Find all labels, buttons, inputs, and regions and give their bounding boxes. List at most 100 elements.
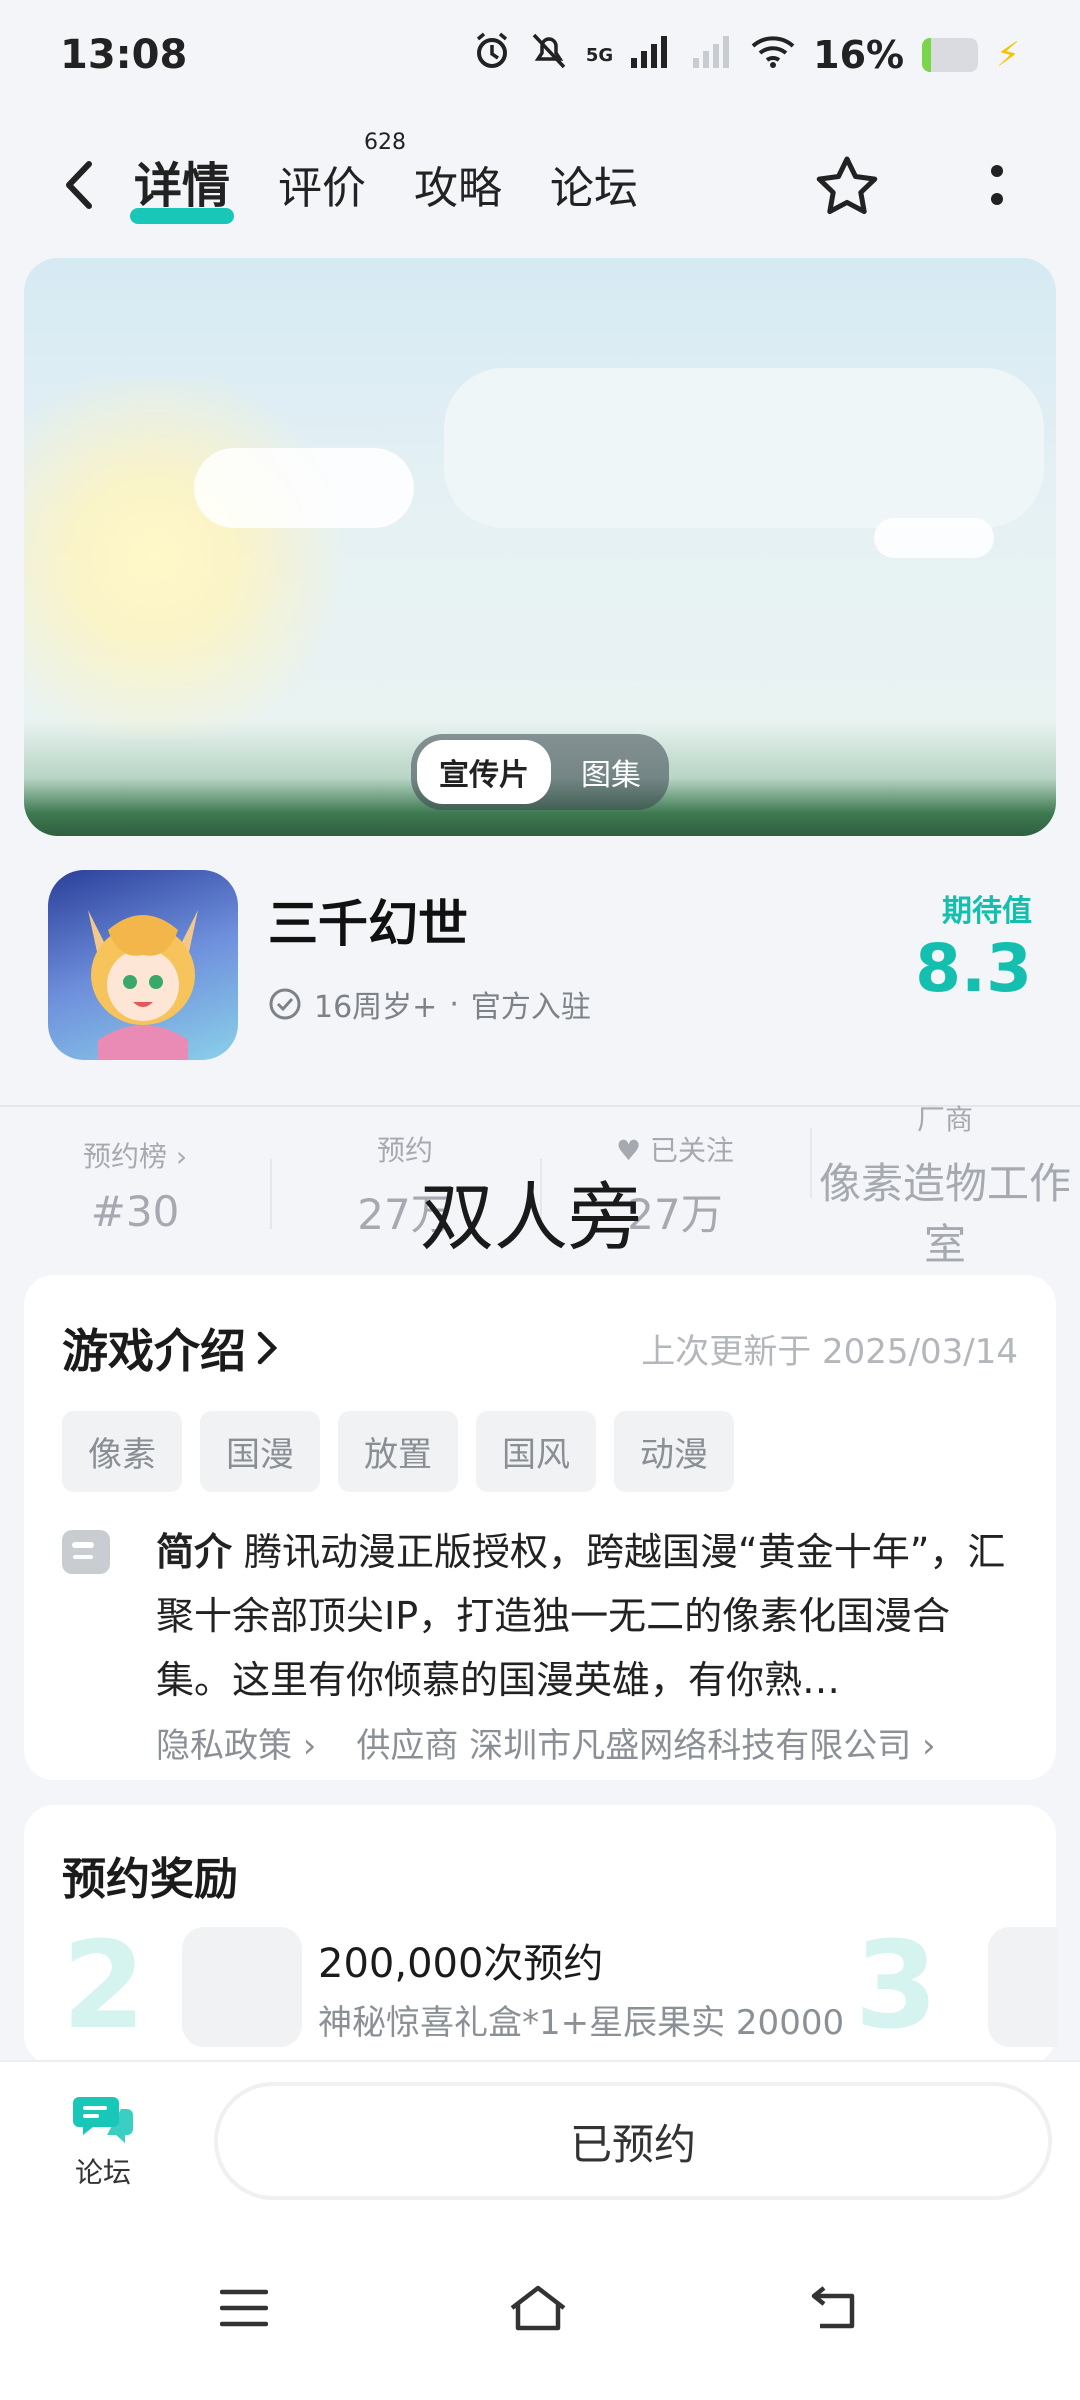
intro-title: 游戏介绍: [62, 1324, 246, 1378]
chevron-left-icon: [66, 161, 92, 209]
charging-icon: ⚡: [996, 35, 1020, 75]
home-button[interactable]: [508, 2284, 568, 2336]
more-vertical-icon: [991, 165, 1003, 205]
game-title: 三千幻世: [268, 895, 468, 953]
tab-reviews-label: 评价: [278, 163, 367, 214]
alarm-icon: [472, 31, 512, 80]
privacy-policy-link[interactable]: 隐私政策 ›: [156, 1718, 316, 1767]
meta-separator: ·: [449, 986, 459, 1022]
network-label: 5G: [585, 44, 614, 66]
tag-chip[interactable]: 动漫: [614, 1411, 734, 1492]
reserved-button[interactable]: 已预约: [214, 2082, 1052, 2200]
policy-links: 隐私政策 › 供应商 深圳市凡盛网络科技有限公司 ›: [156, 1718, 1018, 1767]
reward-image: [988, 1927, 1058, 2047]
top-nav: 详情 评价 628 攻略 论坛: [0, 120, 1080, 250]
media-banner[interactable]: 宣传片 图集: [24, 258, 1056, 836]
signal-icon: [631, 33, 675, 77]
tag-chip[interactable]: 像素: [62, 1411, 182, 1492]
more-button[interactable]: [962, 145, 1032, 225]
tab-guides-label: 攻略: [414, 163, 503, 214]
cloud-shape: [444, 368, 1044, 528]
tag-list: 像素 国漫 放置 国风 动漫: [62, 1411, 1018, 1492]
battery-icon: [922, 38, 979, 72]
reward-image: [182, 1927, 302, 2047]
tag-chip[interactable]: 国漫: [200, 1411, 320, 1492]
media-toggle: 宣传片 图集: [411, 734, 669, 810]
game-icon[interactable]: [48, 870, 238, 1060]
forum-button[interactable]: 论坛: [28, 2091, 178, 2191]
tab-reviews[interactable]: 评价 628: [278, 130, 406, 224]
status-bar: 13:08 5G 16% ⚡: [0, 0, 1080, 110]
tab-details-label: 详情: [134, 158, 231, 214]
back-arrow-icon: [811, 2286, 855, 2329]
intro-card: 游戏介绍 上次更新于 2025/03/14 像素 国漫 放置 国风 动漫 简介腾…: [24, 1275, 1056, 1780]
description-prefix: 简介: [156, 1530, 233, 1574]
favorite-button[interactable]: [812, 145, 882, 225]
signal-secondary-icon: [693, 33, 733, 77]
supplier-link[interactable]: 供应商 深圳市凡盛网络科技有限公司 ›: [356, 1718, 935, 1767]
stat-value: 像素造物工作室: [818, 1159, 1071, 1269]
update-date: 上次更新于 2025/03/14: [641, 1331, 1018, 1372]
tab-forum-label: 论坛: [550, 163, 639, 214]
stat-label: 厂商: [916, 1103, 973, 1136]
intro-title-link[interactable]: 游戏介绍: [62, 1315, 278, 1381]
stat-value: #30: [90, 1186, 180, 1236]
overlay-caption: 双人旁: [420, 1175, 642, 1261]
chat-bubble-icon: [73, 2097, 133, 2143]
reward-description: 神秘惊喜礼盒*1+星辰果实 20000: [318, 2002, 845, 2043]
tag-chip[interactable]: 国风: [476, 1411, 596, 1492]
reward-name: 200,000次预约: [318, 1940, 604, 1987]
trailer-toggle[interactable]: 宣传片: [417, 740, 551, 804]
reward-tier-number: 3: [854, 1917, 939, 2056]
cloud-shape: [194, 448, 414, 528]
stat-rank[interactable]: 预约榜 › #30: [0, 1135, 270, 1236]
bottom-action-bar: 论坛 已预约: [0, 2060, 1080, 2220]
back-nav-button[interactable]: [808, 2286, 860, 2334]
tab-details[interactable]: 详情: [129, 146, 235, 224]
chevron-right-icon: [257, 1331, 278, 1365]
back-button[interactable]: [48, 145, 108, 225]
status-icons: 5G 16% ⚡: [472, 31, 1020, 80]
reward-row: 2 200,000次预约 神秘惊喜礼盒*1+星辰果实 20000 3: [62, 1917, 1058, 2056]
age-rating: 16周岁+: [314, 990, 438, 1025]
battery-text: 16%: [813, 33, 905, 77]
tag-chip[interactable]: 放置: [338, 1411, 458, 1492]
reviews-count-badge: 628: [364, 130, 407, 155]
system-navigation: [0, 2220, 1080, 2400]
tab-forum[interactable]: 论坛: [550, 152, 638, 224]
status-time: 13:08: [60, 32, 188, 78]
sun-glow: [24, 378, 364, 738]
tab-guides[interactable]: 攻略: [414, 152, 502, 224]
reservation-reward-card: 预约奖励 2 200,000次预约 神秘惊喜礼盒*1+星辰果实 20000 3: [24, 1805, 1058, 2065]
reward-tier-number: 2: [62, 1917, 146, 2056]
game-title-block: 三千幻世 16周岁+ · 官方入驻: [268, 884, 591, 1026]
star-icon: [816, 156, 878, 215]
reward-title: 预约奖励: [62, 1854, 238, 1905]
reward-info: 200,000次预约 神秘惊喜礼盒*1+星辰果实 20000: [318, 1931, 844, 2044]
description-block[interactable]: 简介 腾讯动漫正版授权，跨越国漫“黄金十年”，汇聚十余部顶尖IP，打造独一无二的像…: [62, 1520, 1018, 1712]
description-text: 简介 腾讯动漫正版授权，跨越国漫“黄金十年”，汇聚十余部顶尖IP，打造独一无二的像…: [156, 1520, 1016, 1712]
stat-developer[interactable]: 厂商 像素造物工作室: [810, 1098, 1080, 1272]
description-body: 腾讯动漫正版授权，跨越国漫“黄金十年”，汇聚十余部顶尖IP，打造独一无二的像素化…: [156, 1530, 1006, 1702]
game-art: [88, 910, 198, 1060]
gallery-toggle[interactable]: 图集: [559, 740, 663, 804]
expectation-label: 期待值: [942, 894, 1032, 929]
stat-label: 预约榜 ›: [82, 1139, 188, 1173]
tab-bar: 详情 评价 628 攻略 论坛: [129, 130, 638, 224]
menu-button[interactable]: [219, 2288, 269, 2332]
game-header: 三千幻世 16周岁+ · 官方入驻 期待值 8.3: [0, 870, 1080, 1090]
intro-header: 游戏介绍 上次更新于 2025/03/14: [62, 1315, 1018, 1381]
menu-icon: [219, 2289, 269, 2327]
reserved-label: 已预约: [569, 2119, 696, 2169]
check-circle-icon: [269, 988, 301, 1020]
wifi-icon: [751, 33, 795, 77]
cloud-shape: [874, 518, 994, 558]
home-icon: [510, 2285, 566, 2331]
document-icon: [62, 1530, 110, 1574]
game-meta: 16周岁+ · 官方入驻: [268, 982, 591, 1026]
forum-label: 论坛: [74, 2156, 131, 2189]
expectation-score: 期待值 8.3: [915, 886, 1032, 1002]
battery-level: [922, 38, 932, 72]
expectation-value: 8.3: [915, 930, 1032, 1007]
nav-actions: [812, 145, 1032, 225]
